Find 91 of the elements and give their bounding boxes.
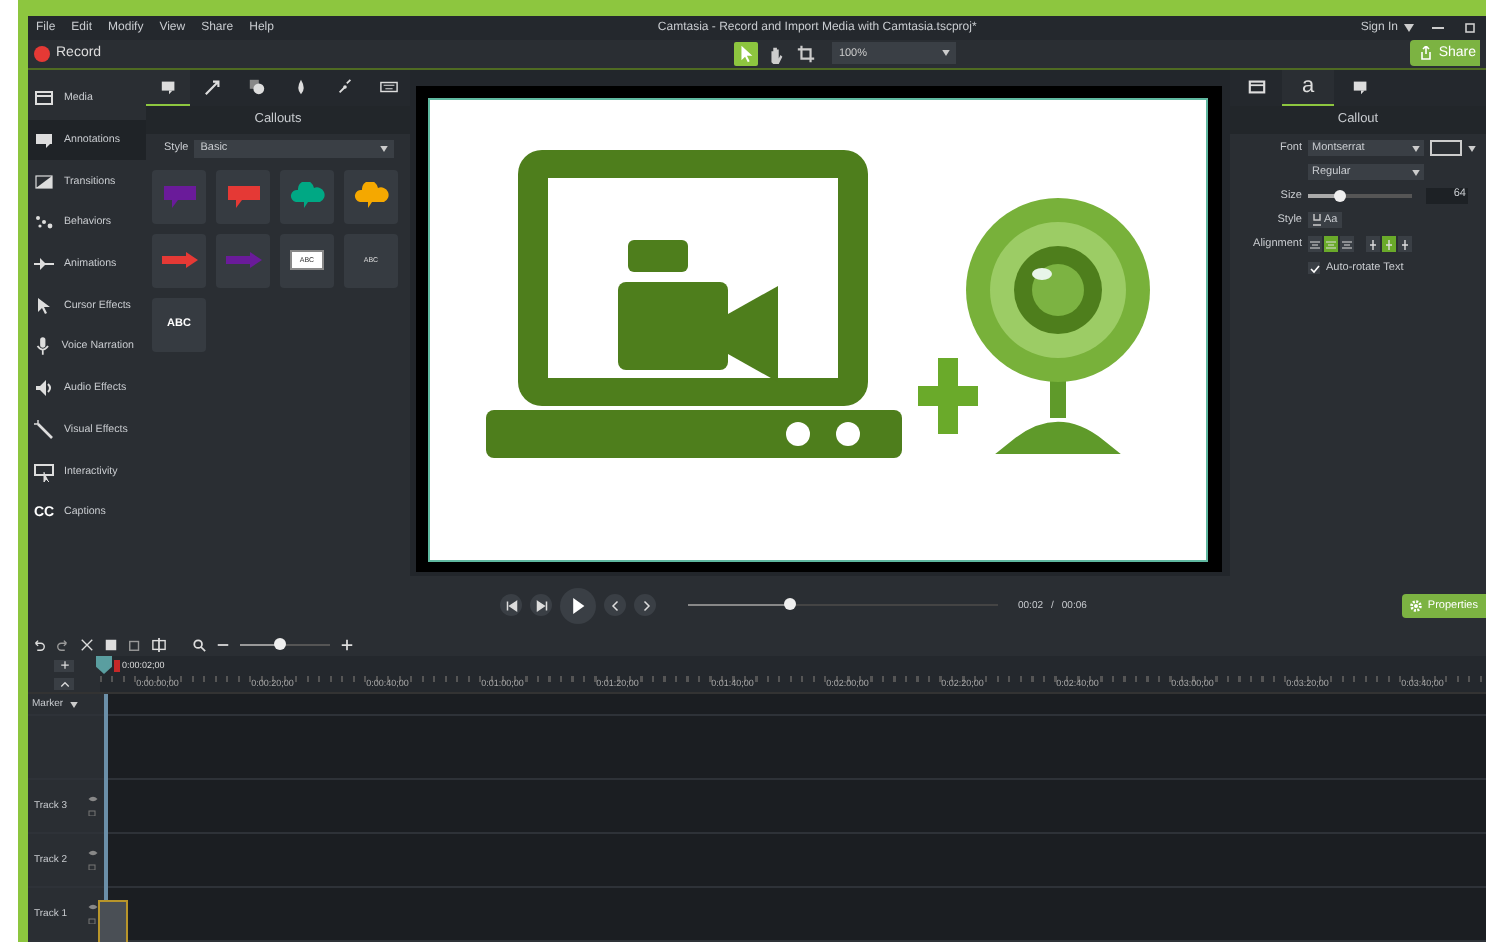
collapse-button[interactable] [54, 677, 74, 689]
alignment-button[interactable] [1340, 236, 1354, 253]
align-lines-icon [1326, 239, 1336, 250]
vertical-align-icon [1384, 239, 1394, 250]
step-back-icon [505, 599, 517, 612]
minus-icon [216, 638, 230, 652]
callout-tile[interactable] [344, 169, 398, 224]
interactivity-icon [34, 461, 54, 482]
caret-icon [380, 145, 388, 152]
align-lines-icon [1310, 239, 1320, 250]
callout-tile[interactable] [280, 169, 334, 224]
undo-icon [32, 638, 46, 652]
playhead-marker [114, 659, 120, 671]
callout-icon [34, 130, 54, 151]
pointer-icon [736, 43, 757, 64]
minimize-icon [1430, 21, 1446, 34]
arrow-icon [203, 77, 221, 96]
alignment-button[interactable] [1382, 236, 1396, 253]
record-dot-icon [34, 45, 50, 62]
caret-icon [69, 701, 78, 707]
lock-icon [88, 916, 96, 924]
check-icon [1309, 263, 1319, 274]
chevron-left-icon [609, 599, 621, 612]
chevron-right-icon [639, 599, 651, 612]
size-slider[interactable] [1308, 194, 1412, 199]
caret-icon [942, 50, 951, 57]
alignment-button[interactable] [1366, 236, 1380, 253]
properties-tab[interactable]: a [1282, 69, 1334, 106]
split-icon [152, 638, 166, 652]
dots-icon [34, 212, 54, 233]
magnifier-icon [192, 638, 206, 652]
media-clip[interactable] [98, 900, 128, 942]
slider-thumb[interactable] [1333, 190, 1346, 203]
redo-icon [56, 638, 70, 652]
microphone-icon [34, 336, 52, 357]
keyboard-icon [379, 77, 397, 96]
cursor-icon [34, 295, 54, 316]
gear-icon [1409, 599, 1422, 612]
align-lines-icon [1342, 239, 1352, 250]
eye-icon [88, 850, 98, 856]
sketch-icon [335, 77, 353, 96]
hand-icon [766, 43, 787, 64]
plus-icon [59, 660, 69, 670]
playback-button[interactable] [530, 594, 552, 617]
callout-icon [1351, 77, 1369, 96]
scrub-handle[interactable] [784, 598, 797, 611]
eye-icon [88, 796, 98, 802]
caret-icon [1412, 169, 1420, 176]
caret-icon [1404, 23, 1414, 32]
vertical-align-icon [1400, 239, 1410, 250]
wand-icon [34, 419, 54, 440]
chevron-up-icon [59, 679, 69, 687]
copy-icon [104, 638, 118, 652]
rectangle-icon [1247, 77, 1265, 96]
add-track-button[interactable] [54, 659, 74, 671]
crop-icon [796, 43, 817, 64]
color-swatch[interactable] [1430, 140, 1462, 157]
callout-icon [159, 77, 177, 96]
underline-icon [1312, 214, 1322, 227]
paste-icon [128, 638, 142, 652]
playhead-handle[interactable] [96, 656, 112, 674]
callout-tile[interactable] [152, 233, 206, 288]
tool-button[interactable] [734, 41, 759, 66]
alignment-button[interactable] [1324, 236, 1338, 253]
playback-button[interactable] [560, 587, 596, 624]
caret-icon [1412, 145, 1420, 152]
tool-button[interactable] [794, 41, 819, 66]
playback-button[interactable] [500, 594, 522, 617]
lock-icon [88, 808, 96, 816]
alignment-button[interactable] [1308, 236, 1322, 253]
play-icon [570, 595, 586, 616]
speaker-icon [34, 378, 54, 399]
plus-icon [340, 638, 354, 652]
film-icon [34, 88, 54, 109]
upload-icon [1420, 46, 1433, 61]
eye-icon [88, 904, 98, 910]
callout-tile[interactable] [216, 169, 270, 224]
transition-icon [34, 171, 54, 192]
annotation-tab[interactable] [146, 69, 190, 106]
lock-icon [88, 862, 96, 870]
animation-icon [34, 254, 54, 275]
callout-tile[interactable] [216, 233, 270, 288]
scissors-icon [80, 638, 94, 652]
step-forward-icon [535, 599, 547, 612]
shape-icon [247, 77, 265, 96]
callout-tile[interactable] [152, 169, 206, 224]
alignment-button[interactable] [1398, 236, 1412, 253]
caret-icon [1468, 145, 1476, 152]
slider-thumb[interactable] [274, 638, 287, 651]
restore-icon [1462, 21, 1478, 34]
vertical-align-icon [1368, 239, 1378, 250]
